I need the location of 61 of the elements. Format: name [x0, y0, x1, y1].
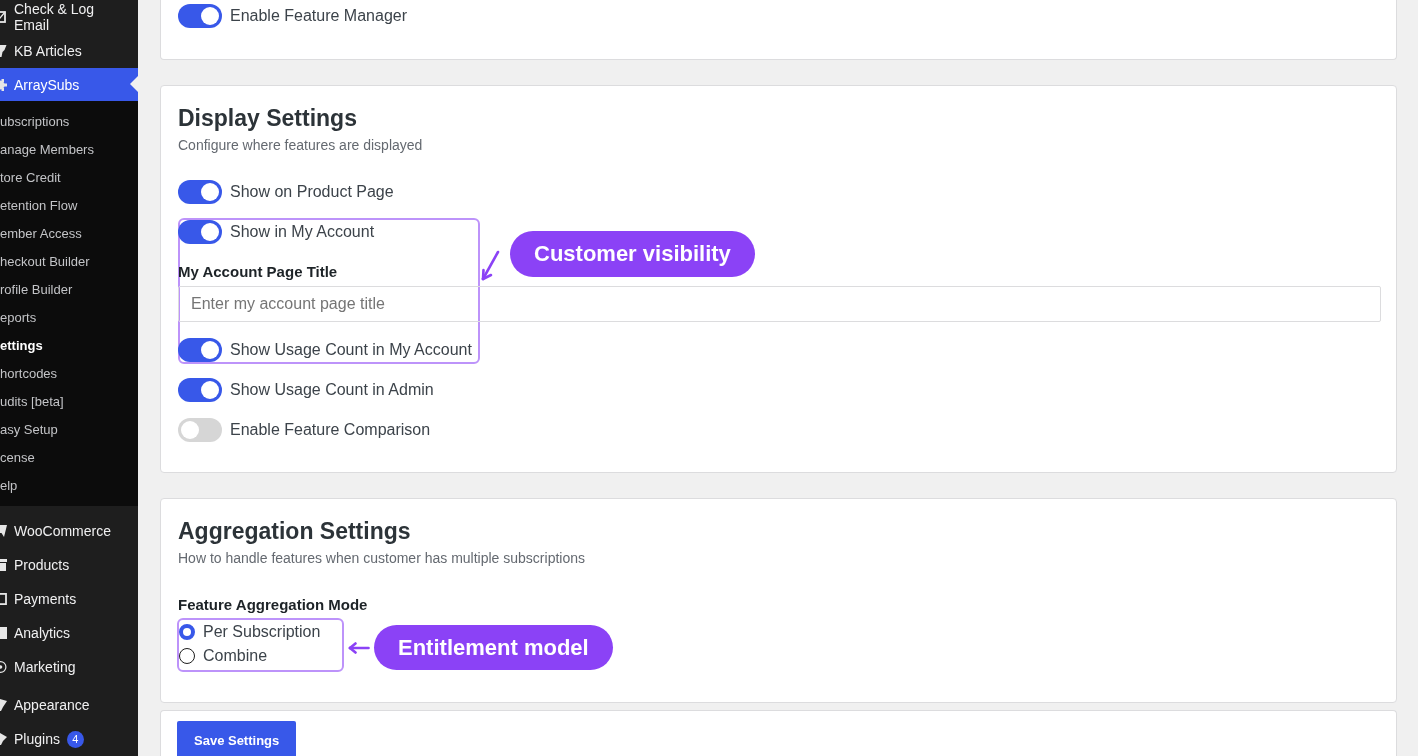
submenu-item[interactable]: etention Flow — [0, 192, 138, 220]
submenu-item[interactable]: ettings — [0, 332, 138, 360]
toggle-switch[interactable] — [178, 180, 222, 204]
speech-bubble-icon — [0, 525, 7, 537]
radio-button[interactable] — [179, 648, 195, 664]
submenu-item[interactable]: hortcodes — [0, 360, 138, 388]
count-badge: 4 — [66, 730, 84, 748]
section-description: Configure where features are displayed — [178, 136, 424, 155]
radio-button[interactable] — [179, 624, 195, 640]
pin-icon — [0, 45, 7, 57]
submenu-item[interactable]: ember Access — [0, 220, 138, 248]
sidebar-item[interactable]: Products — [0, 548, 138, 582]
text-field[interactable]: Enter my account page title — [178, 286, 1381, 322]
envelope-icon — [0, 11, 7, 23]
plug-icon — [0, 733, 7, 745]
sidebar-item[interactable]: ArraySubs — [0, 68, 138, 101]
sidebar-item[interactable]: Appearance — [0, 688, 138, 722]
field-label: My Account Page Title — [178, 262, 338, 282]
submenu-item[interactable]: heckout Builder — [0, 248, 138, 276]
brush-icon — [0, 699, 7, 711]
sidebar-item[interactable]: KB Articles — [0, 34, 138, 68]
option-label: Per Subscription — [203, 622, 321, 642]
save-button[interactable]: Save Settings — [177, 721, 297, 756]
toggle-switch[interactable] — [178, 418, 222, 442]
section-title: Display Settings — [178, 104, 358, 133]
submenu-item[interactable]: ubscriptions — [0, 108, 138, 136]
sidebar-item[interactable]: Plugins 4 — [0, 722, 138, 756]
submenu-item[interactable]: cense — [0, 444, 138, 472]
caret-icon — [130, 76, 138, 92]
toggle-switch[interactable] — [178, 378, 222, 402]
sidebar-item[interactable]: Analytics — [0, 616, 138, 650]
submenu-item[interactable]: eports — [0, 304, 138, 332]
toggle-label: Enable Feature Manager — [230, 6, 407, 26]
sidebar-item[interactable]: Payments — [0, 582, 138, 616]
sidebar-item[interactable]: WooCommerce — [0, 514, 138, 548]
submenu-item[interactable]: elp — [0, 472, 138, 500]
toggle-switch[interactable] — [178, 4, 222, 28]
sidebar-item[interactable]: Check & Log Email — [0, 0, 138, 34]
submenu-item[interactable]: tore Credit — [0, 164, 138, 192]
submenu-item[interactable]: anage Members — [0, 136, 138, 164]
option-label: Combine — [203, 646, 268, 666]
gear-icon — [0, 78, 7, 91]
submenu-item[interactable]: asy Setup — [0, 416, 138, 444]
callout-label: Entitlement model — [374, 625, 613, 670]
sidebar-item[interactable]: Marketing — [0, 650, 138, 684]
toggle-switch[interactable] — [178, 338, 222, 362]
section-title: Aggregation Settings — [178, 517, 412, 546]
bar-chart-icon — [0, 627, 7, 639]
toggle-label: Show Usage Count in My Account — [230, 340, 472, 360]
card-icon — [0, 593, 7, 605]
toggle-label: Show Usage Count in Admin — [230, 380, 434, 400]
submenu-item[interactable]: udits [beta] — [0, 388, 138, 416]
callout-label: Customer visibility — [510, 231, 755, 277]
toggle-label: Show in My Account — [230, 222, 375, 242]
toggle-label: Enable Feature Comparison — [230, 420, 431, 440]
box-icon — [0, 559, 7, 571]
toggle-switch[interactable] — [178, 220, 222, 244]
section-description: How to handle features when customer has multiple subscriptions — [178, 549, 586, 568]
field-label: Feature Aggregation Mode — [178, 595, 368, 615]
submenu-item[interactable]: rofile Builder — [0, 276, 138, 304]
toggle-label: Show on Product Page — [230, 182, 394, 202]
